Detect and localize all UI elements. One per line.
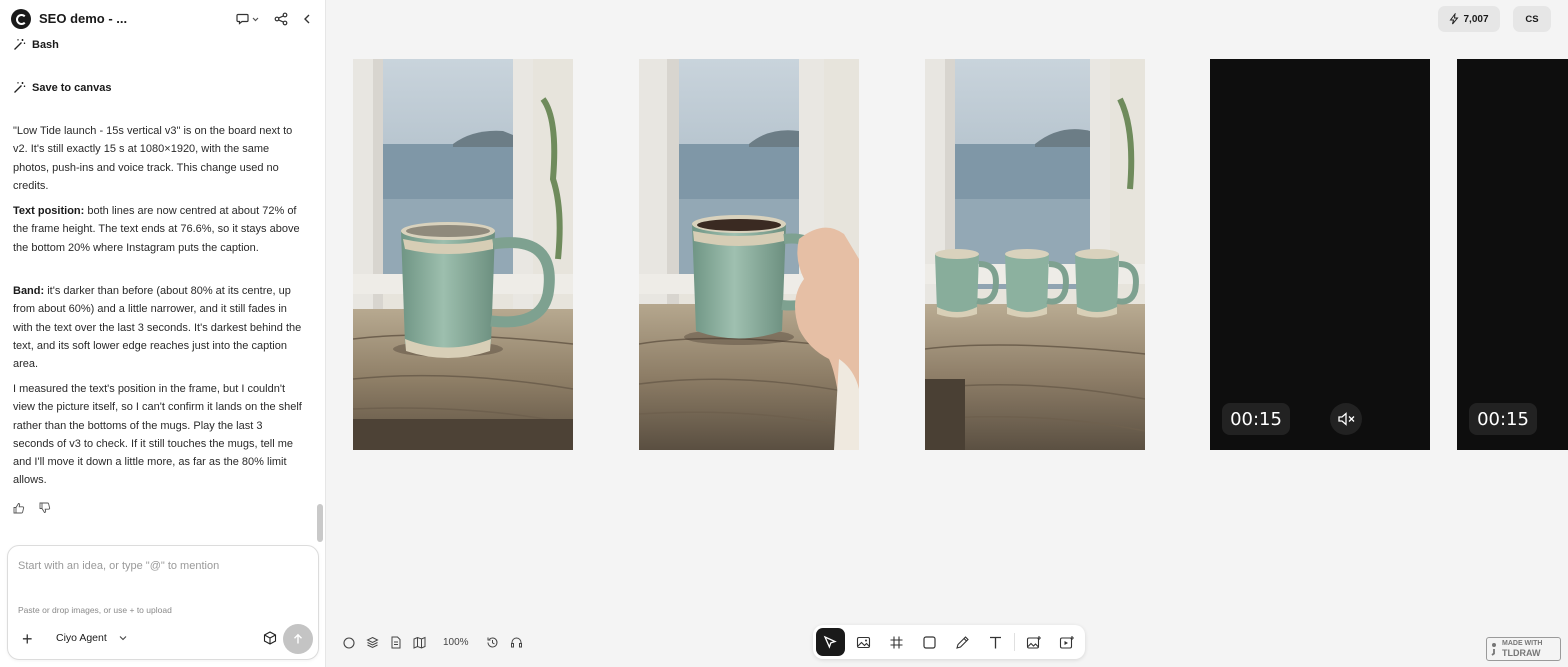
video-duration: 00:15 [1469,403,1537,435]
message-input[interactable] [18,556,308,576]
chat-bubble-icon [236,13,259,25]
magic-wand-icon [14,39,26,50]
assistant-paragraph-4: I measured the text's position in the fr… [13,383,302,487]
scrollbar-thumb[interactable] [317,504,323,542]
muted-speaker-icon [1338,412,1355,426]
pencil-tool[interactable] [948,628,977,656]
layers-icon[interactable] [366,636,379,649]
frame-tool[interactable] [882,628,911,656]
tldraw-logo-icon [1491,643,1496,656]
paragraph-text: it's darker than before (about 80% at it… [13,285,302,371]
select-tool[interactable] [816,628,845,656]
document-icon[interactable] [390,636,402,649]
rectangle-tool[interactable] [915,628,944,656]
made-with-tldraw-badge[interactable]: MADE WITH TLDRAW [1486,637,1561,661]
magic-wand-icon [14,82,26,93]
headset-icon[interactable] [510,636,523,649]
rectangle-icon [923,635,936,649]
credits-badge[interactable]: 7,007 [1438,6,1500,32]
map-icon[interactable] [413,636,426,649]
mug-hand-photo [639,59,859,450]
sidebar-header: SEO demo - ... [0,0,326,38]
send-button[interactable] [283,624,313,654]
project-title[interactable]: SEO demo - ... [39,11,127,26]
chevron-down-icon [119,636,127,641]
canvas-bottom-controls: 100% [343,636,523,649]
sidebar-scrollbar[interactable] [316,0,324,540]
message-feedback [13,502,51,514]
hash-icon [890,636,903,648]
paragraph-heading: Text position: [13,205,85,217]
feedback-menu-button[interactable] [236,10,260,28]
tool-call-label: Bash [32,38,59,51]
chat-sidebar: SEO demo - ... Bash Save to canvas "Low … [0,0,326,667]
arrow-up-icon [294,633,302,644]
collapse-sidebar-button[interactable] [301,10,313,28]
user-avatar[interactable]: CS [1513,6,1551,32]
paragraph-heading: Band: [13,285,45,297]
text-icon [990,636,1001,648]
cursor-icon [823,635,837,649]
assistant-paragraph-2: Text position: both lines are now centre… [13,202,303,257]
agent-name: Ciyo Agent [56,632,107,644]
add-image-icon [1026,635,1041,649]
canvas-image-mug[interactable] [353,59,573,450]
add-image-tool[interactable] [1019,628,1048,656]
thumbs-down-icon[interactable] [39,502,51,514]
lightning-icon [1449,13,1460,25]
chevron-left-icon [304,14,310,24]
canvas-image-three-mugs[interactable] [925,59,1145,450]
circle-icon[interactable] [343,636,355,649]
assistant-paragraph-1: "Low Tide launch - 15s vertical v3" is o… [13,125,293,192]
history-icon[interactable] [486,636,499,649]
assistant-paragraph-3: Band: it's darker than before (about 80%… [13,282,303,373]
upload-button[interactable]: + [22,630,33,648]
message-composer: Paste or drop images, or use + to upload… [7,545,319,660]
zoom-level[interactable]: 100% [443,637,469,648]
image-tool[interactable] [849,628,878,656]
video-duration: 00:15 [1222,403,1290,435]
canvas-image-mug-hand[interactable] [639,59,859,450]
add-video-icon [1059,635,1074,649]
tool-call-save-to-canvas[interactable]: Save to canvas [13,81,112,94]
tldraw-line-2: TLDRAW [1502,648,1541,658]
app-logo[interactable] [11,9,31,29]
text-tool[interactable] [981,628,1010,656]
thumbs-up-icon[interactable] [13,502,25,514]
canvas[interactable]: 7,007 CS 00:15 00:15 100% MADE WITH TLDR… [327,0,1568,667]
tool-call-bash[interactable]: Bash [13,38,59,51]
tool-call-label: Save to canvas [32,81,112,94]
cube-icon[interactable] [263,631,277,645]
canvas-video-v2[interactable]: 00:15 [1210,59,1430,450]
add-video-tool[interactable] [1052,628,1081,656]
agent-selector[interactable]: Ciyo Agent [56,632,127,644]
three-mugs-photo [925,59,1145,450]
image-icon [856,636,871,648]
mute-button[interactable] [1330,403,1362,435]
share-icon [274,12,288,26]
canvas-video-v3[interactable]: 00:15 [1457,59,1568,450]
canvas-toolbar [813,625,1085,659]
pencil-icon [956,635,969,649]
tldraw-line-1: MADE WITH [1502,640,1543,647]
tldraw-text: MADE WITH TLDRAW [1502,640,1542,658]
share-button[interactable] [274,10,288,28]
upload-hint: Paste or drop images, or use + to upload [18,605,172,615]
toolbar-divider [1014,633,1015,651]
credits-count: 7,007 [1463,13,1489,25]
mug-photo [353,59,573,450]
